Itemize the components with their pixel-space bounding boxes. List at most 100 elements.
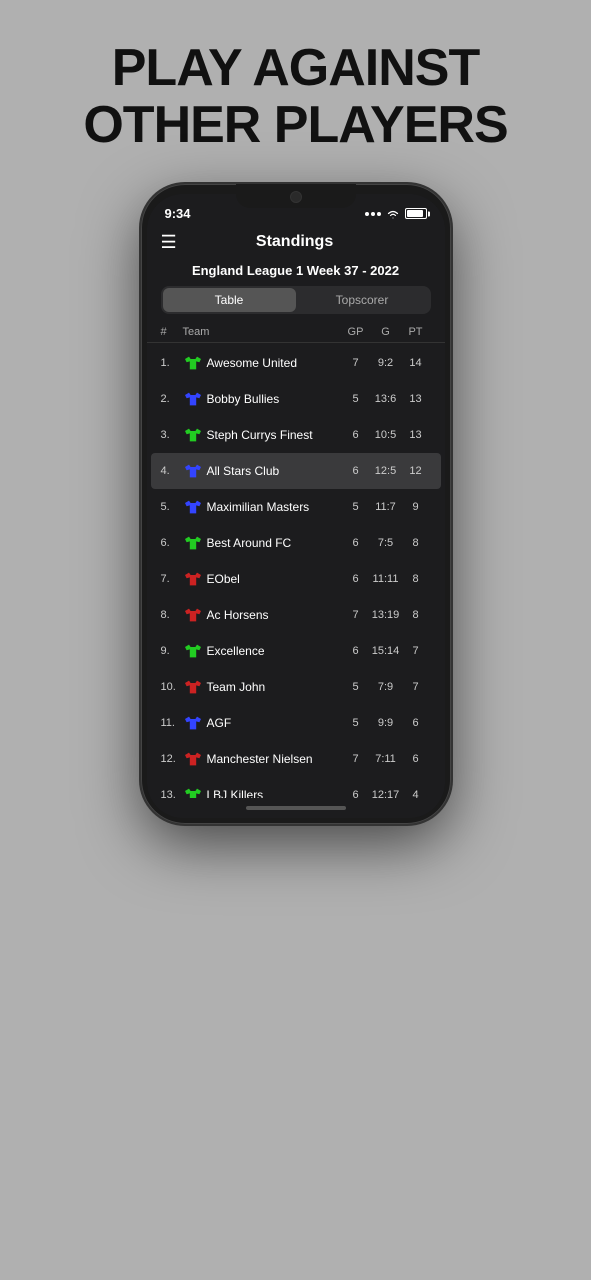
column-headers: # Team GP G PT (147, 322, 445, 343)
table-row: 7. EObel 6 11:11 8 (147, 561, 445, 597)
row-points: 14 (401, 357, 431, 369)
row-points: 13 (401, 429, 431, 441)
header-title: Standings (177, 233, 413, 251)
row-jersey-icon (183, 678, 203, 696)
signal-dots-icon (365, 212, 381, 216)
signal-dot-2 (371, 212, 375, 216)
row-jersey-icon (183, 750, 203, 768)
row-goals: 7:11 (371, 753, 401, 765)
tabs-container: Table Topscorer (161, 286, 431, 314)
table-row: 5. Maximilian Masters 5 11:7 9 (147, 489, 445, 525)
row-number: 10. (161, 681, 183, 693)
phone-screen: 9:34 ☰ St (147, 194, 445, 818)
row-gp: 6 (341, 537, 371, 549)
table-row: 3. Steph Currys Finest 6 10:5 13 (147, 417, 445, 453)
headline-line2: OTHER PLAYERS (83, 97, 507, 154)
wifi-icon (386, 209, 400, 219)
tab-table[interactable]: Table (163, 288, 296, 312)
col-header-team: Team (183, 326, 341, 338)
menu-icon[interactable]: ☰ (161, 233, 177, 251)
row-jersey-icon (183, 714, 203, 732)
row-number: 6. (161, 537, 183, 549)
row-points: 9 (401, 501, 431, 513)
status-time: 9:34 (165, 206, 191, 221)
row-jersey-icon (183, 570, 203, 588)
row-gp: 6 (341, 645, 371, 657)
row-jersey-icon (183, 786, 203, 798)
app-content[interactable]: ☰ Standings England League 1 Week 37 - 2… (147, 225, 445, 798)
row-gp: 7 (341, 609, 371, 621)
headline: PLAY AGAINST OTHER PLAYERS (63, 40, 527, 154)
row-number: 7. (161, 573, 183, 585)
table-row: 13. LBJ Killers 6 12:17 4 (147, 777, 445, 798)
row-gp: 6 (341, 789, 371, 798)
phone-camera (290, 191, 302, 203)
row-goals: 7:5 (371, 537, 401, 549)
battery-fill (407, 210, 423, 217)
home-bar (246, 806, 346, 810)
row-gp: 5 (341, 393, 371, 405)
row-goals: 9:9 (371, 717, 401, 729)
league-title: England League 1 Week 37 - 2022 (147, 259, 445, 286)
row-jersey-icon (183, 606, 203, 624)
standings-table: 1. Awesome United 7 9:2 14 2. Bobby Bull… (147, 345, 445, 798)
row-points: 8 (401, 609, 431, 621)
row-team-name: LBJ Killers (207, 788, 341, 798)
row-team-name: Ac Horsens (207, 608, 341, 622)
row-team-name: Best Around FC (207, 536, 341, 550)
table-row: 2. Bobby Bullies 5 13:6 13 (147, 381, 445, 417)
row-jersey-icon (183, 390, 203, 408)
row-team-name: Awesome United (207, 356, 341, 370)
phone-device: 9:34 ☰ St (141, 184, 451, 824)
row-jersey-icon (183, 426, 203, 444)
row-goals: 13:6 (371, 393, 401, 405)
row-goals: 9:2 (371, 357, 401, 369)
col-header-gp: GP (341, 326, 371, 338)
row-points: 6 (401, 717, 431, 729)
row-team-name: AGF (207, 716, 341, 730)
table-row: 4. All Stars Club 6 12:5 12 (151, 453, 441, 489)
table-row: 12. Manchester Nielsen 7 7:11 6 (147, 741, 445, 777)
col-header-pt: PT (401, 326, 431, 338)
row-gp: 6 (341, 573, 371, 585)
table-row: 8. Ac Horsens 7 13:19 8 (147, 597, 445, 633)
status-icons (365, 208, 427, 219)
row-points: 13 (401, 393, 431, 405)
row-jersey-icon (183, 534, 203, 552)
home-indicator (147, 798, 445, 818)
row-number: 12. (161, 753, 183, 765)
row-goals: 11:11 (371, 573, 401, 585)
tab-topscorer[interactable]: Topscorer (296, 288, 429, 312)
signal-dot-3 (377, 212, 381, 216)
row-number: 13. (161, 789, 183, 798)
row-gp: 6 (341, 429, 371, 441)
row-number: 4. (161, 465, 183, 477)
row-team-name: Maximilian Masters (207, 500, 341, 514)
row-points: 8 (401, 573, 431, 585)
row-points: 7 (401, 681, 431, 693)
row-points: 4 (401, 789, 431, 798)
row-goals: 10:5 (371, 429, 401, 441)
row-points: 12 (401, 465, 431, 477)
row-number: 5. (161, 501, 183, 513)
row-gp: 5 (341, 717, 371, 729)
row-gp: 5 (341, 681, 371, 693)
battery-icon (405, 208, 427, 219)
row-gp: 6 (341, 465, 371, 477)
row-team-name: Steph Currys Finest (207, 428, 341, 442)
table-row: 9. Excellence 6 15:14 7 (147, 633, 445, 669)
row-number: 1. (161, 357, 183, 369)
col-header-hash: # (161, 326, 183, 338)
table-row: 1. Awesome United 7 9:2 14 (147, 345, 445, 381)
row-team-name: Team John (207, 680, 341, 694)
headline-line1: PLAY AGAINST (83, 40, 507, 97)
row-team-name: Excellence (207, 644, 341, 658)
row-number: 11. (161, 717, 183, 729)
table-row: 10. Team John 5 7:9 7 (147, 669, 445, 705)
row-goals: 13:19 (371, 609, 401, 621)
row-jersey-icon (183, 354, 203, 372)
signal-dot-1 (365, 212, 369, 216)
row-number: 8. (161, 609, 183, 621)
row-goals: 15:14 (371, 645, 401, 657)
row-team-name: EObel (207, 572, 341, 586)
